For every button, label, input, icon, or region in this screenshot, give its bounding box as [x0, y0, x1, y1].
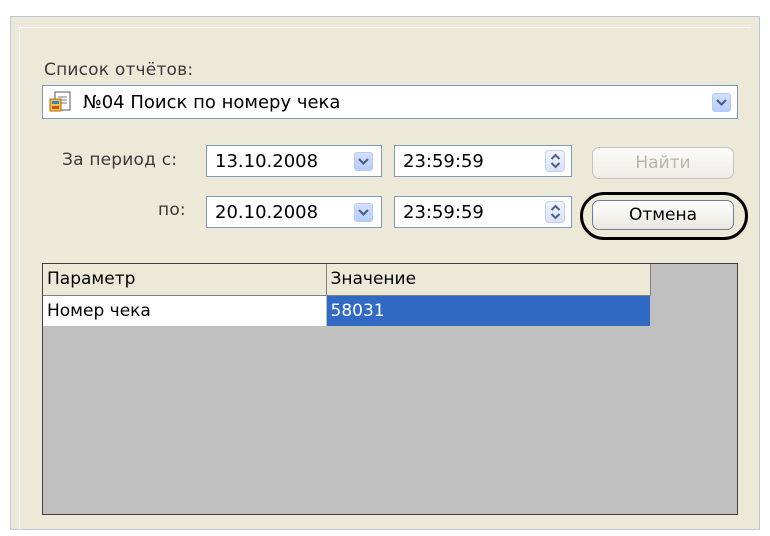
grid-header-row: Параметр Значение [43, 264, 651, 296]
chevron-down-icon[interactable] [354, 203, 373, 222]
chevron-down-icon[interactable] [354, 152, 373, 171]
to-date-value: 20.10.2008 [215, 202, 319, 223]
report-document-icon [49, 91, 73, 113]
period-to-label: по: [158, 200, 186, 220]
report-list-label: Список отчётов: [44, 60, 194, 80]
cell-parameter[interactable]: Номер чека [43, 295, 327, 327]
report-combobox[interactable]: №04 Поиск по номеру чека [42, 85, 738, 119]
table-row[interactable]: Номер чека 58031 [43, 295, 651, 327]
to-time-field[interactable]: 23:59:59 [394, 196, 572, 228]
period-from-label: За период с: [62, 150, 178, 170]
column-header-parameter[interactable]: Параметр [43, 264, 327, 296]
up-down-spinner-icon[interactable] [545, 150, 565, 172]
parameters-grid[interactable]: Параметр Значение Номер чека 58031 [42, 263, 738, 515]
up-down-spinner-icon[interactable] [545, 201, 565, 223]
highlight-ring [580, 192, 748, 240]
from-time-value: 23:59:59 [403, 151, 484, 172]
find-button[interactable]: Найти [592, 147, 734, 179]
parameters-table: Параметр Значение Номер чека 58031 [43, 264, 651, 327]
column-header-value[interactable]: Значение [326, 264, 651, 296]
report-selected-value: №04 Поиск по номеру чека [83, 92, 341, 113]
to-date-picker[interactable]: 20.10.2008 [206, 196, 382, 228]
to-time-value: 23:59:59 [403, 202, 484, 223]
from-date-picker[interactable]: 13.10.2008 [206, 145, 382, 177]
from-date-value: 13.10.2008 [215, 151, 319, 172]
cell-value[interactable]: 58031 [326, 295, 651, 327]
from-time-field[interactable]: 23:59:59 [394, 145, 572, 177]
chevron-down-icon[interactable] [712, 93, 731, 112]
